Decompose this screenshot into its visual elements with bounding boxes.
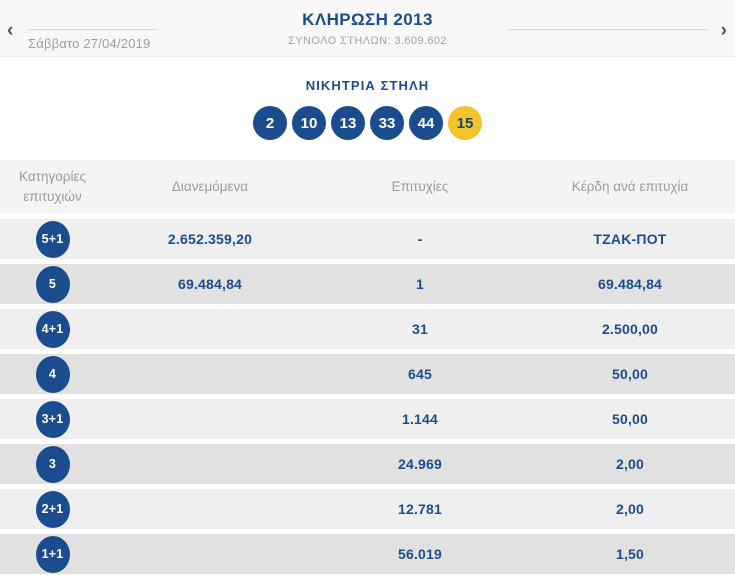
- table-row: 4+1 31 2.500,00: [0, 309, 735, 349]
- winning-column-section: ΝΙΚΗΤΡΙΑ ΣΤΗΛΗ 2 10 13 33 44 15: [0, 57, 735, 160]
- category-cell: 3+1: [0, 400, 105, 438]
- winners-cell: -: [417, 231, 423, 247]
- bonus-number-ball: 15: [448, 106, 482, 140]
- winning-numbers: 2 10 13 33 44 15: [0, 106, 735, 140]
- prize-cell: ΤΖΑΚ-ΠΟΤ: [593, 231, 667, 247]
- winners-cell: 1: [416, 276, 424, 292]
- table-row: 4 645 50,00: [0, 354, 735, 394]
- winners-cell: 645: [408, 366, 432, 382]
- winners-cell: 56.019: [397, 546, 443, 562]
- category-badge: 3+1: [35, 400, 70, 438]
- prize-cell: 50,00: [611, 411, 649, 427]
- table-header-row: Κατηγορίες επιτυχιών Διανεμόμενα Επιτυχίες…: [0, 160, 735, 214]
- winners-cell: 12.781: [397, 501, 443, 517]
- category-badge: 5: [35, 265, 70, 303]
- category-badge: 4+1: [35, 310, 70, 348]
- results-table: Κατηγορίες επιτυχιών Διανεμόμενα Επιτυχίες…: [0, 160, 735, 574]
- winning-number-ball: 13: [331, 106, 365, 140]
- category-cell: 4+1: [0, 310, 105, 348]
- prize-cell: 2,00: [615, 456, 645, 472]
- table-body: 5+1 2.652.359,20 - ΤΖΑΚ-ΠΟΤ 5 69.484,84 1 69.48…: [0, 219, 735, 574]
- category-cell: 3: [0, 445, 105, 483]
- category-cell: 5: [0, 265, 105, 303]
- prize-cell: 69.484,84: [597, 276, 663, 292]
- winning-number-ball: 10: [292, 106, 326, 140]
- category-badge: 3: [35, 445, 70, 483]
- divider-right: [508, 29, 708, 30]
- category-cell: 4: [0, 355, 105, 393]
- distributed-cell: 69.484,84: [177, 276, 243, 292]
- column-header: Διανεμόμενα: [171, 179, 249, 195]
- winning-number-ball: 33: [370, 106, 404, 140]
- prize-cell: 2,00: [615, 501, 645, 517]
- category-cell: 5+1: [0, 220, 105, 258]
- category-cell: 2+1: [0, 490, 105, 528]
- category-badge: 1+1: [35, 535, 70, 573]
- winning-number-ball: 2: [253, 106, 287, 140]
- table-row: 1+1 56.019 1,50: [0, 534, 735, 574]
- draw-header: ‹ Σάββατο 27/04/2019 ΚΛΗΡΩΣΗ 2013 ΣΥΝΟΛΟ…: [0, 0, 735, 57]
- category-badge: 2+1: [35, 490, 70, 528]
- winners-cell: 31: [412, 321, 428, 337]
- table-row: 5 69.484,84 1 69.484,84: [0, 264, 735, 304]
- winning-column-title: ΝΙΚΗΤΡΙΑ ΣΤΗΛΗ: [305, 78, 430, 93]
- winning-number-ball: 44: [409, 106, 443, 140]
- table-row: 5+1 2.652.359,20 - ΤΖΑΚ-ΠΟΤ: [0, 219, 735, 259]
- distributed-cell: 2.652.359,20: [167, 231, 253, 247]
- total-columns-label: ΣΥΝΟΛΟ ΣΤΗΛΩΝ: 3.609.602: [288, 35, 447, 47]
- winners-cell: 24.969: [397, 456, 443, 472]
- winners-cell: 1.144: [401, 411, 439, 427]
- chevron-right-icon[interactable]: ›: [721, 21, 727, 40]
- category-cell: 1+1: [0, 535, 105, 573]
- column-header: Κέρδη ανά επιτυχία: [571, 179, 689, 195]
- column-header: Κατηγορίες επιτυχιών: [19, 169, 86, 204]
- prize-cell: 2.500,00: [601, 321, 659, 337]
- draw-title: ΚΛΗΡΩΣΗ 2013: [302, 10, 433, 29]
- prize-cell: 1,50: [615, 546, 645, 562]
- category-badge: 5+1: [35, 220, 70, 258]
- table-row: 2+1 12.781 2,00: [0, 489, 735, 529]
- prize-cell: 50,00: [611, 366, 649, 382]
- column-header: Επιτυχίες: [391, 179, 449, 195]
- table-row: 3+1 1.144 50,00: [0, 399, 735, 439]
- category-badge: 4: [35, 355, 70, 393]
- table-row: 3 24.969 2,00: [0, 444, 735, 484]
